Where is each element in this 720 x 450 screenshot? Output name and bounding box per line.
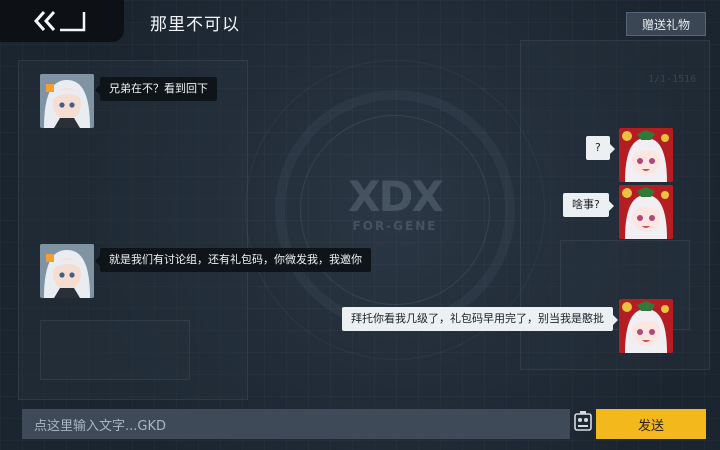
back-arrow-icon bbox=[32, 10, 88, 32]
chat-title: 那里不可以 bbox=[150, 15, 240, 35]
silver-hair-girl-icon bbox=[40, 244, 94, 298]
message-bubble: 兄弟在不？看到回下 bbox=[95, 77, 217, 101]
background-logo: XDX FOR-GENE bbox=[348, 172, 444, 234]
robot-icon bbox=[573, 410, 593, 438]
sticker-button[interactable] bbox=[572, 410, 594, 438]
christmas-girl-icon bbox=[619, 128, 673, 182]
top-bar: 那里不可以 赠送礼物 bbox=[0, 0, 720, 46]
avatar[interactable] bbox=[619, 128, 673, 182]
chat-background: 1/1-1516 XDX FOR-GENE bbox=[0, 0, 720, 450]
avatar[interactable] bbox=[619, 299, 673, 353]
send-gift-button[interactable]: 赠送礼物 bbox=[626, 12, 706, 36]
avatar[interactable] bbox=[40, 244, 94, 298]
message-input-placeholder: 点这里输入文字...GKD bbox=[34, 418, 167, 434]
silver-hair-girl-icon bbox=[40, 74, 94, 128]
avatar[interactable] bbox=[40, 74, 94, 128]
christmas-girl-icon bbox=[619, 185, 673, 239]
send-button[interactable]: 发送 bbox=[596, 409, 706, 439]
christmas-girl-icon bbox=[619, 299, 673, 353]
message-bubble: 啥事? bbox=[563, 193, 614, 217]
avatar[interactable] bbox=[619, 185, 673, 239]
back-button[interactable] bbox=[0, 0, 124, 42]
message-bubble: 就是我们有讨论组，还有礼包码，你微发我，我邀你 bbox=[95, 248, 371, 272]
input-bar: 点这里输入文字...GKD 发送 bbox=[0, 404, 720, 450]
message-bubble: ? bbox=[586, 136, 615, 160]
message-bubble: 拜托你看我几级了，礼包码早用完了，别当我是憨批 bbox=[342, 307, 618, 331]
message-input[interactable]: 点这里输入文字...GKD bbox=[22, 409, 570, 439]
